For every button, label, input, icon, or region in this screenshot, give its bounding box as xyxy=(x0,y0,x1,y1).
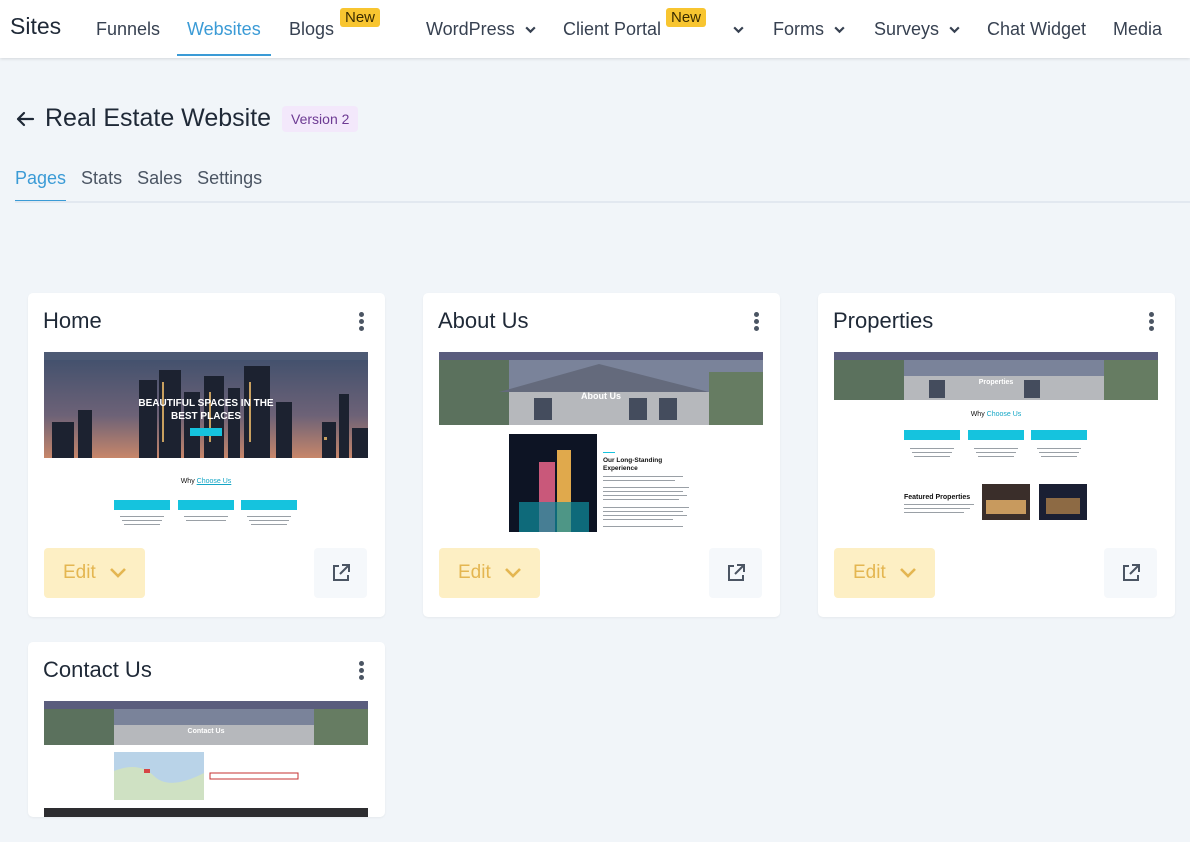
chevron-down-icon xyxy=(899,568,916,578)
new-badge: New xyxy=(340,8,381,27)
top-navigation: Sites Funnels Websites Blogs New WordPre… xyxy=(0,0,1190,58)
thumb-section-heading: Our Long-Standing Experience xyxy=(603,457,663,472)
nav-item-surveys[interactable]: Surveys xyxy=(874,0,961,58)
house-hero-image xyxy=(439,352,763,532)
thumb-why-heading: Why Choose Us xyxy=(970,411,1022,418)
tab-settings[interactable]: Settings xyxy=(197,168,262,202)
open-page-button[interactable] xyxy=(709,548,762,598)
open-page-button[interactable] xyxy=(1104,548,1157,598)
nav-item-blogs[interactable]: Blogs xyxy=(289,0,334,58)
app-title: Sites xyxy=(10,13,62,39)
thumb-hero-title: About Us xyxy=(581,391,621,401)
tab-sales[interactable]: Sales xyxy=(137,168,182,202)
nav-item-forms[interactable]: Forms xyxy=(773,0,846,58)
external-link-icon xyxy=(1122,564,1140,581)
thumb-hero-title: Contact Us xyxy=(187,728,225,735)
arrow-left-icon[interactable] xyxy=(14,108,36,130)
chevron-down-icon xyxy=(834,26,845,33)
nav-item-funnels[interactable]: Funnels xyxy=(96,0,160,58)
chevron-down-icon xyxy=(525,26,536,33)
version-badge: Version 2 xyxy=(282,105,359,132)
sub-tabs: Pages Stats Sales Settings xyxy=(15,168,277,202)
nav-item-websites[interactable]: Websites xyxy=(177,0,271,58)
more-dropdown[interactable] xyxy=(723,0,745,58)
page-title: Real Estate Website xyxy=(45,104,272,132)
kebab-menu-icon[interactable] xyxy=(754,312,760,332)
card-title: About Us xyxy=(438,308,529,333)
page-thumbnail[interactable]: About Us Our Long-Standing Experience xyxy=(439,352,763,532)
tab-divider xyxy=(15,201,1190,203)
card-title: Properties xyxy=(833,308,934,333)
kebab-menu-icon[interactable] xyxy=(359,312,365,332)
edit-button[interactable]: Edit xyxy=(439,548,540,598)
page-card-home: Home BEAUTIFUL SPACES IN THE BEST PLACES… xyxy=(28,293,385,617)
city-skyline-image xyxy=(44,352,368,532)
thumb-hero-headline: BEAUTIFUL SPACES IN THE BEST PLACES xyxy=(138,398,274,422)
new-badge: New xyxy=(666,8,707,27)
tab-stats[interactable]: Stats xyxy=(81,168,122,202)
tab-pages[interactable]: Pages xyxy=(15,168,67,202)
edit-button[interactable]: Edit xyxy=(834,548,935,598)
page-header: Real Estate Website Version 2 xyxy=(14,104,359,133)
kebab-menu-icon[interactable] xyxy=(1149,312,1155,332)
external-link-icon xyxy=(727,564,745,581)
page-card-properties: Properties Properties Why Choose Us Feat… xyxy=(818,293,1175,617)
nav-item-wordpress[interactable]: WordPress xyxy=(426,0,537,58)
page-thumbnail[interactable]: Properties Why Choose Us Featured Proper… xyxy=(834,352,1158,532)
page-card-about-us: About Us About Us Our Long-Standing Expe… xyxy=(423,293,780,617)
card-title: Contact Us xyxy=(43,657,152,682)
chevron-down-icon xyxy=(504,568,521,578)
thumb-hero-title: Properties xyxy=(978,379,1014,386)
chevron-down-icon xyxy=(109,568,126,578)
thumb-featured-heading: Featured Properties xyxy=(904,494,971,501)
chevron-down-icon xyxy=(949,26,960,33)
thumb-why-heading: Why Choose Us xyxy=(180,478,232,485)
page-card-contact-us: Contact Us Contact Us xyxy=(28,642,385,817)
page-thumbnail[interactable]: Contact Us xyxy=(44,701,368,817)
chevron-down-icon xyxy=(733,26,744,33)
contact-preview-image xyxy=(44,701,368,817)
external-link-icon xyxy=(332,564,350,581)
nav-item-client-portal[interactable]: Client Portal xyxy=(563,0,661,58)
nav-item-media[interactable]: Media xyxy=(1113,0,1162,58)
open-page-button[interactable] xyxy=(314,548,367,598)
page-thumbnail[interactable]: BEAUTIFUL SPACES IN THE BEST PLACES Why … xyxy=(44,352,368,532)
nav-item-chat-widget[interactable]: Chat Widget xyxy=(987,0,1086,58)
edit-button[interactable]: Edit xyxy=(44,548,145,598)
kebab-menu-icon[interactable] xyxy=(359,661,365,681)
card-title: Home xyxy=(43,308,102,333)
